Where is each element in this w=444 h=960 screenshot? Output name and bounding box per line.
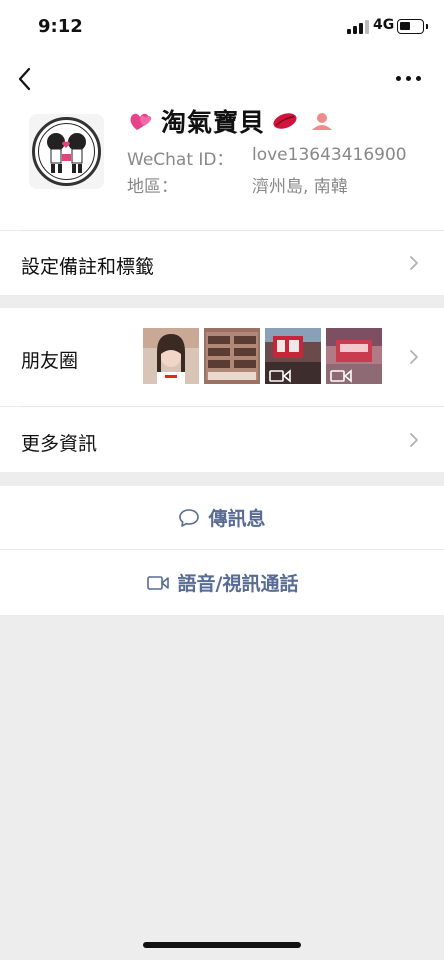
- profile-header: 淘氣寶貝 WeChat ID： love13643416900 地區： 濟州島,…: [0, 52, 444, 230]
- more-info-label: 更多資訊: [21, 433, 98, 455]
- moments-thumbnail[interactable]: [204, 328, 260, 384]
- name-row: 淘氣寶貝: [127, 103, 335, 139]
- remark-tags-label: 設定備註和標籤: [21, 256, 155, 278]
- heart-emoji-icon: [130, 113, 152, 130]
- signal-icon: [347, 20, 369, 34]
- back-arrow-icon: [18, 67, 31, 91]
- status-time: 9:12: [38, 16, 83, 37]
- more-options-button[interactable]: [396, 69, 424, 87]
- wechat-id-label: WeChat ID：: [127, 150, 234, 170]
- lips-emoji-icon: [273, 113, 297, 129]
- moments-video-thumbnail[interactable]: [265, 328, 321, 384]
- chevron-right-icon: [410, 433, 418, 447]
- region-label: 地區：: [127, 177, 178, 197]
- battery-icon: [397, 19, 428, 34]
- status-bar: 9:12 4G: [0, 0, 444, 52]
- back-button[interactable]: [14, 64, 40, 94]
- moments-thumbnail[interactable]: [143, 328, 199, 384]
- avatar[interactable]: [29, 114, 104, 189]
- send-message-label: 傳訊息: [208, 508, 266, 530]
- more-info-row[interactable]: 更多資訊: [0, 407, 444, 472]
- send-message-button[interactable]: 傳訊息: [0, 486, 444, 549]
- profile-name: 淘氣寶貝: [161, 108, 266, 137]
- avatar-image: [29, 114, 104, 189]
- region-value: 濟州島, 南韓: [252, 177, 348, 197]
- moments-label: 朋友圈: [21, 350, 79, 372]
- moments-video-thumbnail[interactable]: [326, 328, 382, 384]
- voice-video-call-button[interactable]: 語音/視訊通話: [0, 550, 444, 615]
- voice-video-call-label: 語音/視訊通話: [177, 573, 299, 595]
- chevron-right-icon: [410, 350, 418, 364]
- more-dots-icon: [396, 76, 401, 81]
- chat-bubble-icon: [179, 508, 200, 527]
- person-icon: [312, 113, 333, 130]
- chevron-right-icon: [410, 256, 418, 270]
- home-indicator[interactable]: [143, 942, 301, 948]
- network-type: 4G: [373, 17, 395, 33]
- wechat-id-value: love13643416900: [252, 145, 407, 165]
- remark-tags-row[interactable]: 設定備註和標籤: [0, 231, 444, 295]
- video-camera-icon: [146, 575, 169, 590]
